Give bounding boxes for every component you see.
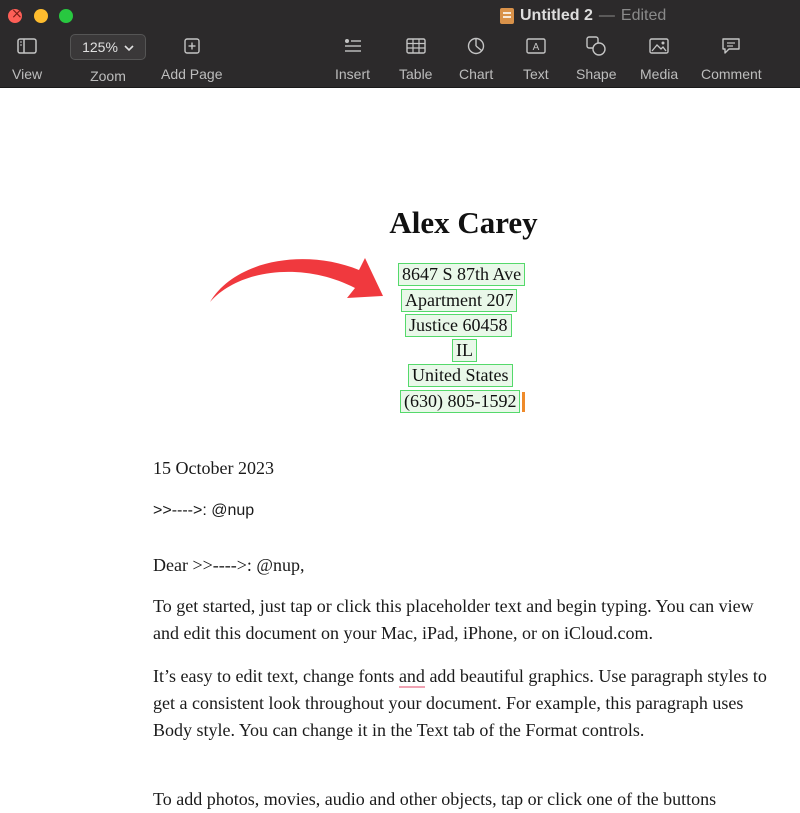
add-page-label: Add Page	[161, 66, 223, 82]
spelling-underlined-word[interactable]: and	[398, 666, 425, 688]
red-arrow-icon	[210, 258, 383, 302]
letter-date[interactable]: 15 October 2023	[153, 455, 783, 482]
address-line-city-zip[interactable]: Justice 60458	[405, 314, 512, 337]
title-separator: —	[598, 7, 615, 24]
sidebar-icon	[17, 34, 37, 58]
insert-list-icon	[344, 34, 362, 58]
view-button[interactable]: View	[12, 34, 42, 82]
chart-pie-icon	[467, 34, 485, 58]
chevron-down-icon	[124, 39, 134, 55]
toolbar: Untitled 2 — Edited View 125% Zoom Add P…	[0, 0, 800, 88]
view-label: View	[12, 66, 43, 82]
comment-label: Comment	[701, 66, 762, 82]
comment-button[interactable]: Comment	[701, 34, 762, 82]
address-line-street[interactable]: 8647 S 87th Ave	[398, 263, 526, 286]
text-label: Text	[523, 66, 549, 82]
zoom-label: Zoom	[90, 68, 126, 84]
shape-icon	[586, 34, 606, 58]
address-line-phone[interactable]: (630) 805-1592	[400, 390, 521, 413]
add-page-icon	[184, 34, 200, 58]
shape-label: Shape	[576, 66, 617, 82]
body-paragraph-1[interactable]: To get started, just tap or click this p…	[153, 593, 783, 647]
address-line-state[interactable]: IL	[452, 339, 477, 362]
close-window-button[interactable]	[8, 6, 23, 23]
zoom-control[interactable]: 125% Zoom	[70, 34, 146, 84]
minimize-window-button[interactable]	[34, 9, 48, 23]
add-page-button[interactable]: Add Page	[161, 34, 223, 82]
media-photo-icon	[649, 34, 669, 58]
address-line-country[interactable]: United States	[408, 364, 513, 387]
insert-label: Insert	[335, 66, 371, 82]
media-label: Media	[640, 66, 679, 82]
table-label: Table	[399, 66, 433, 82]
greeting-line[interactable]: Dear >>---->: @nup,	[153, 552, 783, 579]
pages-document-icon	[500, 8, 514, 24]
sender-name[interactable]: Alex Carey	[0, 205, 800, 241]
text-button[interactable]: A Text	[523, 34, 549, 82]
maximize-window-button[interactable]	[59, 9, 73, 23]
shape-button[interactable]: Shape	[576, 34, 616, 82]
window-title: Untitled 2 — Edited	[500, 5, 666, 27]
svg-text:A: A	[533, 42, 540, 53]
zoom-dropdown[interactable]: 125%	[70, 34, 146, 60]
table-button[interactable]: Table	[399, 34, 432, 82]
edited-status: Edited	[620, 7, 667, 24]
zoom-value: 125%	[82, 39, 118, 55]
media-button[interactable]: Media	[640, 34, 678, 82]
text-box-icon: A	[526, 34, 546, 58]
paragraph-2-start: It’s easy to edit text, change fonts	[153, 666, 399, 686]
insert-button[interactable]: Insert	[335, 34, 370, 82]
recipient-line[interactable]: >>---->: @nup	[153, 497, 783, 524]
comment-bubble-icon	[721, 34, 741, 58]
table-icon	[406, 34, 426, 58]
chart-button[interactable]: Chart	[459, 34, 493, 82]
chart-label: Chart	[459, 66, 494, 82]
document-name[interactable]: Untitled 2	[520, 7, 593, 25]
body-paragraph-2[interactable]: It’s easy to edit text, change fonts and…	[153, 663, 783, 744]
address-line-apartment[interactable]: Apartment 207	[401, 289, 518, 312]
text-caret	[522, 392, 525, 412]
